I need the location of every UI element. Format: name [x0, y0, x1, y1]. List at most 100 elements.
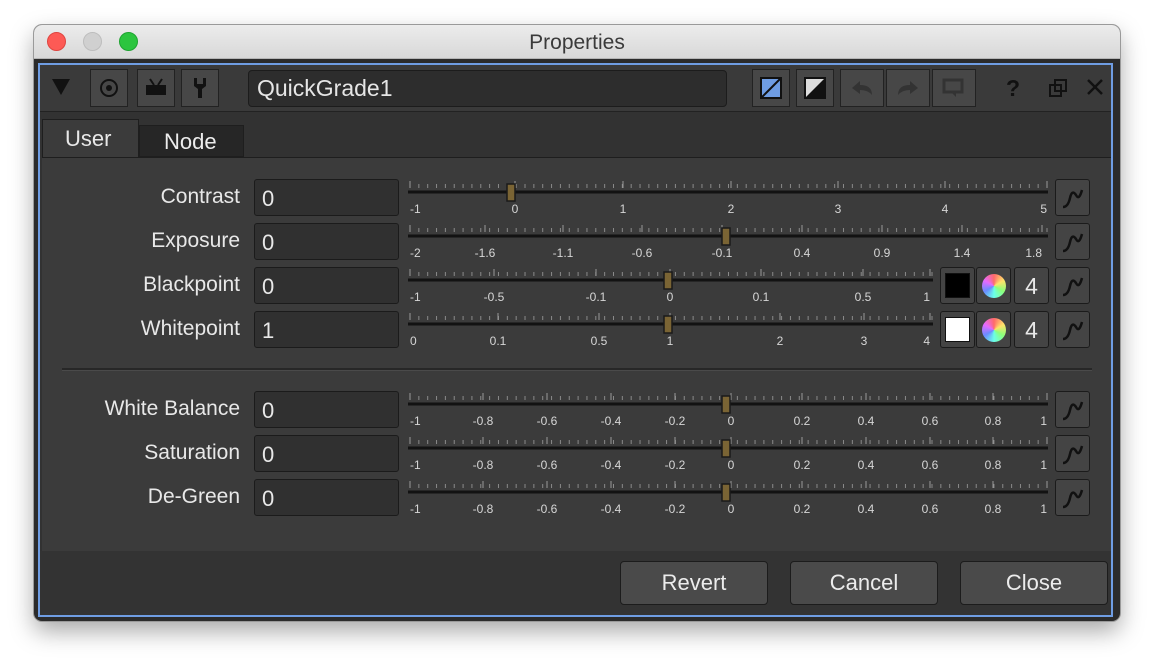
slider-tick-label: 0.8 [985, 502, 1002, 516]
slider-tick-label: -0.6 [632, 246, 653, 260]
slider-handle[interactable] [721, 439, 731, 458]
slider-tick-label: 1.8 [1025, 246, 1042, 260]
close-button[interactable]: Close [960, 561, 1108, 605]
mask-white-button[interactable] [796, 69, 834, 107]
properties-window: Properties QuickGrade1 ? Node User Contr… [34, 25, 1120, 621]
close-panel-icon[interactable] [1087, 79, 1103, 95]
slider-track-svg: 0 0.1 0.5 1 2 3 4 [408, 313, 933, 348]
revert-knobs-button[interactable] [932, 69, 976, 107]
slider-tick-label: 0.2 [794, 458, 811, 472]
slider-handle[interactable] [721, 483, 731, 502]
param-value-input[interactable]: 0 [254, 391, 399, 428]
slider-tick-label: 0 [512, 202, 519, 216]
animation-curve-button[interactable] [1055, 479, 1090, 516]
param-row: De-Green 0 -1 -0.8 -0.6 -0.4 -0.2 0 0.2 0.4 0.6 0.8… [42, 477, 1111, 517]
slider-tick-label: -0.4 [601, 458, 622, 472]
animation-curve-button[interactable] [1055, 267, 1090, 304]
slider-tick-label: 1 [667, 334, 674, 348]
color-chip [945, 273, 970, 298]
slider-handle[interactable] [721, 227, 731, 246]
color-wheel-icon [981, 317, 1006, 342]
slider-tick-label: 0.6 [922, 458, 939, 472]
slider-tick-label: -2 [410, 246, 421, 260]
curve-icon [1062, 401, 1083, 420]
slider-tick-label: 0.6 [922, 414, 939, 428]
channel-count-button[interactable]: 4 [1014, 311, 1049, 348]
help-icon[interactable]: ? [1006, 75, 1020, 102]
slider-tick-label: 0 [410, 334, 417, 348]
slider-tick-label: -0.1 [586, 290, 607, 304]
param-slider[interactable]: -2 -1.6 -1.1 -0.6 -0.1 0.4 0.9 1.4 1.8 [405, 221, 1050, 261]
redo-button[interactable] [886, 69, 930, 107]
slider-track-svg: -1 -0.8 -0.6 -0.4 -0.2 0 0.2 0.4 0.6 0.8 1 [408, 393, 1048, 428]
param-row: Exposure 0 -2 -1.6 -1.1 -0.6 -0.1 0.4 0.9 1.4 1.8 [42, 221, 1111, 261]
param-label: Whitepoint [140, 317, 240, 340]
undo-button[interactable] [840, 69, 884, 107]
param-row: Blackpoint 0 -1 -0.5 -0.1 0 0.1 0.5 1 4 [42, 265, 1111, 305]
slider-tick-label: 0.4 [858, 414, 875, 428]
param-value-input[interactable]: 0 [254, 267, 399, 304]
tab-node[interactable]: Node [139, 125, 244, 157]
target-icon [100, 79, 118, 97]
slider-tick-label: 0.1 [753, 290, 770, 304]
tab-user[interactable]: User [42, 119, 139, 159]
color-wheel-button[interactable] [976, 267, 1011, 304]
slider-tick-label: 5 [1040, 202, 1047, 216]
param-value-input[interactable]: 0 [254, 179, 399, 216]
param-slider[interactable]: -1 -0.8 -0.6 -0.4 -0.2 0 0.2 0.4 0.6 0.8 1 [405, 433, 1050, 473]
slider-tick-label: 2 [728, 202, 735, 216]
channel-count-button[interactable]: 4 [1014, 267, 1049, 304]
curve-icon [1062, 233, 1083, 252]
node-viewer-button[interactable] [137, 69, 175, 107]
slider-tick-label: 2 [777, 334, 784, 348]
slider-tick-label: -0.6 [537, 414, 558, 428]
param-value-input[interactable]: 0 [254, 479, 399, 516]
param-label: Blackpoint [143, 273, 240, 296]
slider-tick-label: 4 [923, 334, 930, 348]
param-label: White Balance [104, 397, 240, 420]
float-panel-icon[interactable] [1049, 79, 1067, 97]
slider-track-svg: -1 -0.8 -0.6 -0.4 -0.2 0 0.2 0.4 0.6 0.8 1 [408, 481, 1048, 516]
slider-tick-label: -0.6 [537, 458, 558, 472]
param-value-input[interactable]: 1 [254, 311, 399, 348]
param-value-input[interactable]: 0 [254, 435, 399, 472]
revert-button[interactable]: Revert [620, 561, 768, 605]
collapse-triangle-icon[interactable] [52, 79, 70, 95]
param-slider[interactable]: -1 -0.8 -0.6 -0.4 -0.2 0 0.2 0.4 0.6 0.8 1 [405, 477, 1050, 517]
slider-tick-label: 1 [1040, 414, 1047, 428]
color-swatch-button[interactable] [940, 267, 975, 304]
color-swatch-button[interactable] [940, 311, 975, 348]
mask-blend-button[interactable] [752, 69, 790, 107]
slider-tick-label: -1.6 [475, 246, 496, 260]
param-slider[interactable]: -1 0 1 2 3 4 5 [405, 177, 1050, 217]
curve-icon [1062, 277, 1083, 296]
slider-tick-label: -1 [410, 414, 421, 428]
cancel-button[interactable]: Cancel [790, 561, 938, 605]
node-center-button[interactable] [90, 69, 128, 107]
section-divider [62, 368, 1092, 371]
color-wheel-button[interactable] [976, 311, 1011, 348]
param-value-input[interactable]: 0 [254, 223, 399, 260]
slider-tick-label: 1 [923, 290, 930, 304]
slider-tick-label: 1.4 [954, 246, 971, 260]
slider-tick-label: 0.2 [794, 502, 811, 516]
slider-handle[interactable] [663, 315, 673, 334]
animation-curve-button[interactable] [1055, 391, 1090, 428]
animation-curve-button[interactable] [1055, 311, 1090, 348]
slider-tick-label: 0 [728, 502, 735, 516]
param-slider[interactable]: -1 -0.5 -0.1 0 0.1 0.5 1 [405, 265, 935, 305]
slider-handle[interactable] [721, 395, 731, 414]
slider-track-svg: -2 -1.6 -1.1 -0.6 -0.1 0.4 0.9 1.4 1.8 [408, 225, 1048, 260]
animation-curve-button[interactable] [1055, 435, 1090, 472]
color-wheel-icon [981, 273, 1006, 298]
slider-tick-label: -0.6 [537, 502, 558, 516]
animation-curve-button[interactable] [1055, 223, 1090, 260]
param-slider[interactable]: -1 -0.8 -0.6 -0.4 -0.2 0 0.2 0.4 0.6 0.8 1 [405, 389, 1050, 429]
node-settings-button[interactable] [181, 69, 219, 107]
param-slider[interactable]: 0 0.1 0.5 1 2 3 4 [405, 309, 935, 349]
slider-handle[interactable] [506, 183, 516, 202]
undo-icon [852, 81, 872, 95]
node-name-field[interactable]: QuickGrade1 [248, 70, 727, 107]
animation-curve-button[interactable] [1055, 179, 1090, 216]
slider-handle[interactable] [663, 271, 673, 290]
